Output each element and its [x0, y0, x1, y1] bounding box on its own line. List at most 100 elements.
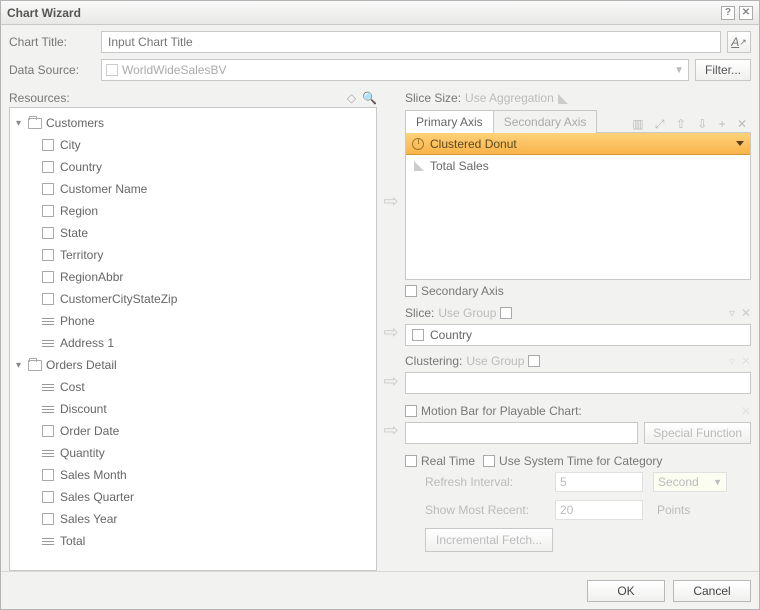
measure-icon	[42, 340, 54, 347]
tree-item[interactable]: State	[16, 222, 376, 244]
field-icon	[42, 249, 54, 261]
filter-icon[interactable]: ▿	[729, 306, 735, 320]
motion-bar-input[interactable]	[405, 422, 638, 444]
config-panel: Slice Size: Use Aggregation Primary Axis…	[405, 91, 751, 571]
chart-type-dropdown[interactable]: Clustered Donut	[406, 133, 750, 155]
tree-item[interactable]: Sales Month	[16, 464, 376, 486]
search-icon[interactable]: 🔍	[362, 91, 377, 105]
field-icon	[42, 227, 54, 239]
measure-icon	[42, 538, 54, 545]
arrow-right-icon[interactable]: ⇨	[383, 420, 398, 441]
tree-item[interactable]: Total	[16, 530, 376, 552]
field-icon	[42, 491, 54, 503]
tree-item[interactable]: Sales Quarter	[16, 486, 376, 508]
form-area: Chart Title: A↗ Data Source: WorldWideSa…	[1, 25, 759, 87]
field-icon	[42, 513, 54, 525]
arrow-right-icon[interactable]: ⇨	[383, 322, 398, 343]
remove-icon: ✕	[741, 354, 751, 368]
tree-group[interactable]: ▾Orders Detail	[16, 354, 376, 376]
show-recent-unit: Points	[657, 503, 690, 517]
font-style-button[interactable]: A↗	[727, 31, 751, 53]
tree-item[interactable]: Customer Name	[16, 178, 376, 200]
transfer-arrows: ⇨ ⇨ ⇨ ⇨	[377, 91, 405, 571]
chart-wizard-window: Chart Wizard ? ✕ Chart Title: A↗ Data So…	[0, 0, 760, 610]
axis-field-label: Total Sales	[430, 159, 489, 173]
chevron-down-icon: ▼	[713, 477, 722, 487]
motion-bar-label: Motion Bar for Playable Chart:	[421, 404, 582, 418]
arrow-right-icon[interactable]: ⇨	[383, 371, 398, 392]
tree-item[interactable]: CustomerCityStateZip	[16, 288, 376, 310]
axis-field-item[interactable]: Total Sales	[406, 155, 750, 177]
tree-item[interactable]: Discount	[16, 398, 376, 420]
tree-item[interactable]: Address 1	[16, 332, 376, 354]
field-icon	[42, 469, 54, 481]
remove-icon[interactable]: ✕	[741, 306, 751, 320]
special-function-button[interactable]: Special Function	[644, 422, 751, 444]
real-time-checkbox[interactable]	[405, 455, 417, 467]
chart-type-label: Clustered Donut	[430, 137, 517, 151]
tree-item[interactable]: Order Date	[16, 420, 376, 442]
tree-item[interactable]: Phone	[16, 310, 376, 332]
axis-toolbar[interactable]: ▥ ⤢ ⇧ ⇩ + ✕	[632, 117, 751, 132]
show-recent-label: Show Most Recent:	[425, 503, 555, 517]
tab-primary-axis[interactable]: Primary Axis	[405, 110, 494, 133]
chevron-down-icon: ▼	[674, 65, 684, 76]
incremental-fetch-button[interactable]: Incremental Fetch...	[425, 528, 553, 552]
secondary-axis-label: Secondary Axis	[421, 284, 504, 298]
ok-button[interactable]: OK	[587, 580, 665, 602]
chevron-down-icon	[736, 141, 744, 146]
real-time-label: Real Time	[421, 454, 475, 468]
refresh-unit-dropdown[interactable]: Second ▼	[653, 472, 727, 492]
tree-item[interactable]: Territory	[16, 244, 376, 266]
clustering-field-input[interactable]	[405, 372, 751, 394]
donut-icon	[412, 138, 424, 150]
window-title: Chart Wizard	[7, 6, 81, 20]
field-icon	[42, 161, 54, 173]
show-recent-input[interactable]	[555, 500, 643, 520]
chart-title-label: Chart Title:	[9, 35, 101, 49]
datasource-icon	[106, 64, 118, 76]
data-source-value: WorldWideSalesBV	[122, 63, 226, 77]
tree-item[interactable]: Country	[16, 156, 376, 178]
resources-tree[interactable]: ▾CustomersCityCountryCustomer NameRegion…	[10, 108, 376, 570]
motion-bar-checkbox[interactable]	[405, 405, 417, 417]
remove-icon: ✕	[741, 404, 751, 418]
resources-label: Resources:	[9, 91, 70, 105]
field-icon	[42, 293, 54, 305]
data-source-label: Data Source:	[9, 63, 101, 77]
data-source-dropdown[interactable]: WorldWideSalesBV ▼	[101, 59, 689, 81]
primary-axis-box: Clustered Donut Total Sales	[405, 132, 751, 280]
tree-item[interactable]: RegionAbbr	[16, 266, 376, 288]
chart-title-input[interactable]	[101, 31, 721, 53]
system-time-label: Use System Time for Category	[499, 454, 662, 468]
field-icon	[42, 205, 54, 217]
measure-icon	[42, 406, 54, 413]
filter-button[interactable]: Filter...	[695, 59, 751, 81]
tab-secondary-axis[interactable]: Secondary Axis	[493, 110, 598, 133]
clustering-group-checkbox[interactable]	[528, 355, 540, 367]
tree-item[interactable]: City	[16, 134, 376, 156]
tree-item[interactable]: Region	[16, 200, 376, 222]
tree-item[interactable]: Quantity	[16, 442, 376, 464]
arrow-right-icon[interactable]: ⇨	[383, 191, 398, 212]
tree-item[interactable]: Cost	[16, 376, 376, 398]
measure-icon	[42, 450, 54, 457]
secondary-axis-checkbox[interactable]	[405, 285, 417, 297]
help-icon[interactable]: ?	[721, 6, 735, 20]
tree-group[interactable]: ▾Customers	[16, 112, 376, 134]
slice-field-input[interactable]: Country	[405, 324, 751, 346]
slice-group-checkbox[interactable]	[500, 307, 512, 319]
field-icon	[42, 425, 54, 437]
sort-icon[interactable]: ◇	[347, 91, 356, 105]
slice-size-label: Slice Size:	[405, 91, 461, 105]
cancel-button[interactable]: Cancel	[673, 580, 751, 602]
system-time-checkbox[interactable]	[483, 455, 495, 467]
field-icon	[42, 139, 54, 151]
dialog-footer: OK Cancel	[1, 571, 759, 609]
refresh-unit-value: Second	[658, 475, 699, 489]
tree-item[interactable]: Sales Year	[16, 508, 376, 530]
close-icon[interactable]: ✕	[739, 6, 753, 20]
triangle-icon	[558, 92, 570, 104]
refresh-interval-input[interactable]	[555, 472, 643, 492]
folder-icon	[28, 360, 42, 371]
